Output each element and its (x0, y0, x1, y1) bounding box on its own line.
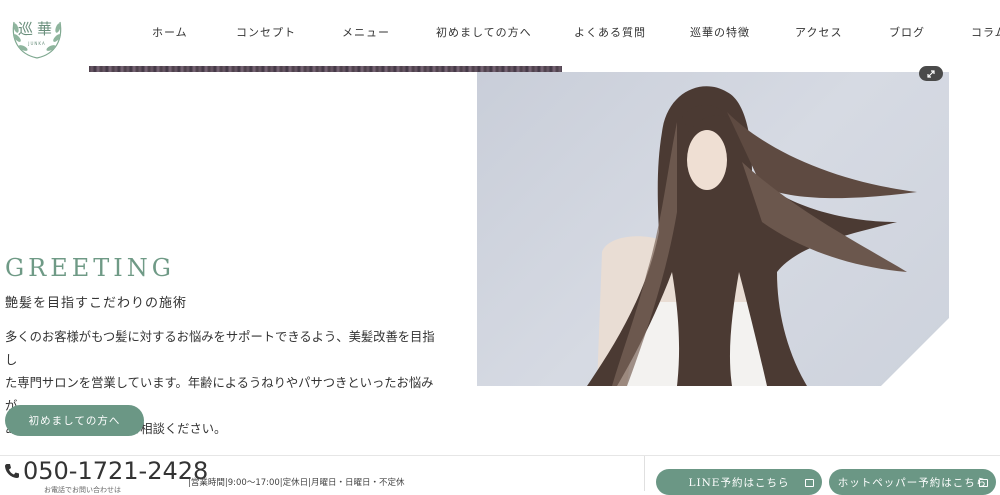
nav-item-first-time[interactable]: 初めましての方へ (436, 24, 532, 40)
nav-item-blog[interactable]: ブログ (889, 24, 925, 40)
line-reservation-label: LINE予約はこちら (688, 476, 790, 489)
external-link-icon (805, 479, 814, 487)
nav-item-menu[interactable]: メニュー (342, 24, 390, 40)
phone-number[interactable]: 050-1721-2428 (23, 457, 208, 485)
nav-item-home[interactable]: ホーム (152, 24, 188, 40)
phone-note: お電話でお問い合わせは (44, 486, 121, 494)
woman-long-hair-illustration (587, 86, 917, 386)
first-time-button[interactable]: 初めましての方へ (5, 405, 144, 436)
greeting-subtitle: 艶髪を目指すこだわりの施術 (5, 296, 188, 311)
nav-item-faq[interactable]: よくある質問 (574, 24, 646, 40)
bar-divider (644, 456, 645, 491)
hotpepper-reservation-button[interactable]: ホットペッパー予約はこちら (829, 469, 996, 495)
greeting-body-line: 多くのお客様がもつ髪に対するお悩みをサポートできるよう、美髪改善を目指し (5, 330, 435, 367)
line-reservation-button[interactable]: LINE予約はこちら (656, 469, 822, 495)
nav-item-concept[interactable]: コンセプト (236, 24, 296, 40)
external-link-icon (979, 479, 988, 487)
hero-corner-cutout (881, 318, 949, 386)
hero-image (477, 72, 949, 386)
nav-item-column[interactable]: コラム (971, 24, 1000, 40)
nav-item-access[interactable]: アクセス (795, 24, 842, 40)
main-nav: ホーム コンセプト メニュー 初めましての方へ よくある質問 巡華の特徴 アクセ… (0, 24, 1000, 42)
business-hours: |営業時間|9:00〜17:00|定休日|月曜日・日曜日・不定休 (188, 478, 405, 488)
nav-item-features[interactable]: 巡華の特徴 (690, 24, 750, 40)
hotpepper-reservation-label: ホットペッパー予約はこちら (837, 476, 988, 489)
expand-icon (927, 69, 935, 78)
expand-button[interactable] (919, 66, 943, 81)
phone-icon (5, 464, 19, 478)
greeting-title: GREETING (5, 254, 175, 282)
